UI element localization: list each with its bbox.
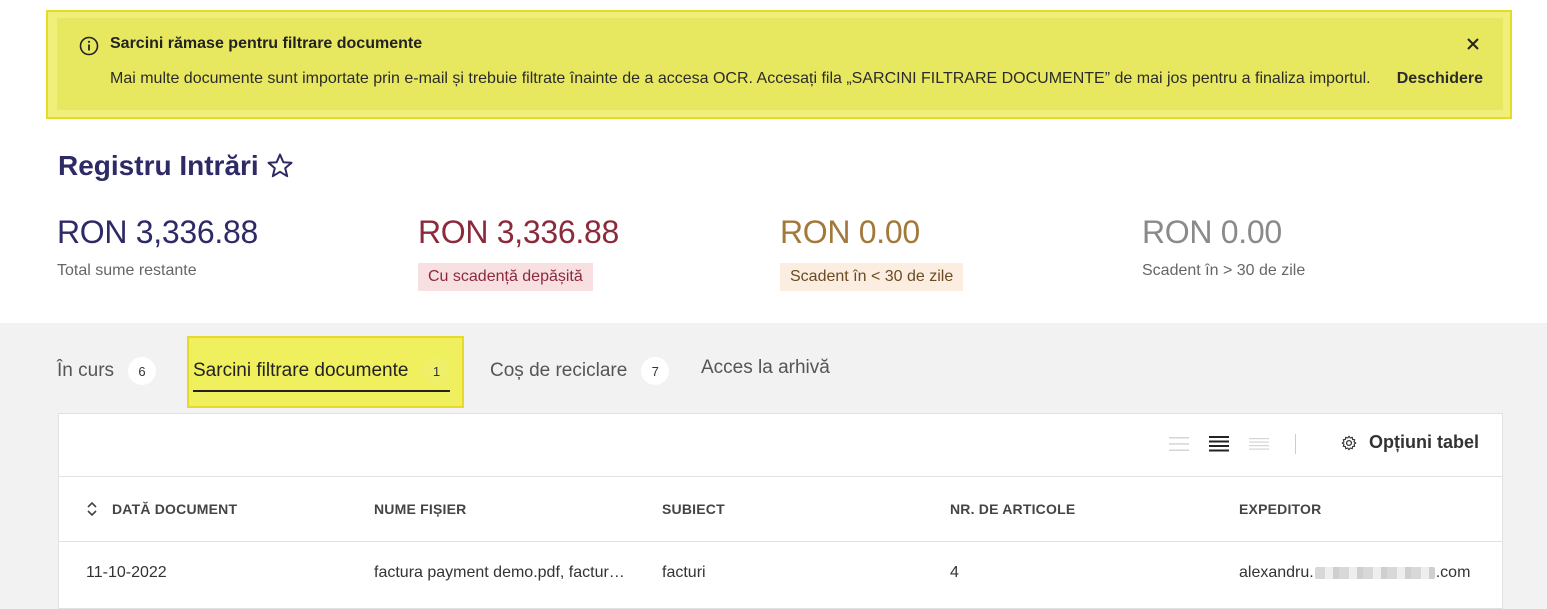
stat-due-over-30: RON 0.00 Scadent în > 30 de zile bbox=[1142, 214, 1305, 279]
column-header-subject[interactable]: SUBIECT bbox=[662, 501, 725, 517]
table-options-button[interactable]: Opțiuni tabel bbox=[1341, 432, 1479, 453]
star-icon[interactable] bbox=[266, 152, 294, 180]
stat-amount: RON 3,336.88 bbox=[57, 214, 258, 250]
column-header-sender[interactable]: EXPEDITOR bbox=[1239, 501, 1321, 517]
column-header-label: DATĂ DOCUMENT bbox=[112, 501, 238, 517]
column-header-date[interactable]: DATĂ DOCUMENT bbox=[86, 501, 237, 517]
active-tab-underline bbox=[193, 390, 450, 392]
tab-label: În curs bbox=[57, 360, 115, 381]
tab-label: Acces la arhivă bbox=[701, 357, 830, 378]
open-link[interactable]: Deschidere bbox=[1397, 70, 1483, 88]
density-normal-icon[interactable] bbox=[1209, 435, 1229, 453]
tab-label: Coș de reciclare bbox=[490, 360, 628, 381]
column-header-filename[interactable]: NUME FIȘIER bbox=[374, 501, 466, 517]
sort-icon[interactable] bbox=[86, 501, 98, 517]
cell-filename[interactable]: factura payment demo.pdf, factur… bbox=[374, 564, 625, 582]
stat-label: Cu scadență depășită bbox=[418, 263, 593, 291]
tab-archive-access[interactable]: Acces la arhivă bbox=[701, 357, 830, 379]
tab-count-badge: 1 bbox=[422, 357, 451, 385]
notification-banner: Sarcini rămase pentru filtrare documente… bbox=[57, 18, 1503, 110]
close-icon[interactable] bbox=[1465, 36, 1481, 52]
cell-sender[interactable]: alexandru. .com bbox=[1239, 564, 1470, 582]
table-options-label: Opțiuni tabel bbox=[1369, 432, 1479, 452]
tab-recycle-bin[interactable]: Coș de reciclare 7 bbox=[490, 357, 670, 385]
tab-count-badge: 6 bbox=[128, 357, 157, 385]
info-icon bbox=[79, 36, 99, 56]
stat-label: Scadent în < 30 de zile bbox=[780, 263, 964, 291]
density-compact-icon[interactable] bbox=[1169, 435, 1189, 453]
stat-amount: RON 3,336.88 bbox=[418, 214, 619, 250]
toolbar-divider bbox=[1295, 434, 1296, 454]
tab-count-badge: 7 bbox=[641, 357, 670, 385]
tab-document-filter-tasks[interactable]: Sarcini filtrare documente 1 bbox=[193, 357, 451, 385]
stat-label: Total sume restante bbox=[57, 262, 197, 279]
cell-date[interactable]: 11-10-2022 bbox=[86, 564, 167, 582]
stat-amount: RON 0.00 bbox=[780, 214, 920, 250]
stat-amount: RON 0.00 bbox=[1142, 214, 1282, 250]
column-header-item-count[interactable]: NR. DE ARTICOLE bbox=[950, 501, 1075, 517]
table-panel: Opțiuni tabel DATĂ DOCUMENT NUME FIȘIER … bbox=[58, 413, 1503, 609]
banner-message: Mai multe documente sunt importate prin … bbox=[110, 70, 1371, 87]
sender-suffix: .com bbox=[1435, 564, 1471, 581]
sender-prefix: alexandru. bbox=[1239, 564, 1314, 581]
gear-icon bbox=[1341, 435, 1357, 450]
cell-item-count[interactable]: 4 bbox=[950, 564, 959, 582]
cell-subject[interactable]: facturi bbox=[662, 564, 706, 582]
page-title: Registru Intrări bbox=[58, 150, 259, 181]
tab-in-progress[interactable]: În curs 6 bbox=[57, 357, 157, 385]
tab-label: Sarcini filtrare documente bbox=[193, 360, 409, 381]
header-divider bbox=[59, 541, 1502, 542]
banner-title: Sarcini rămase pentru filtrare documente bbox=[110, 35, 423, 52]
stat-total-outstanding: RON 3,336.88 Total sume restante bbox=[57, 214, 258, 279]
toolbar-divider bbox=[59, 476, 1502, 477]
stat-label: Scadent în > 30 de zile bbox=[1142, 262, 1306, 279]
density-comfortable-icon[interactable] bbox=[1249, 435, 1269, 453]
stat-overdue: RON 3,336.88 Cu scadență depășită bbox=[418, 214, 619, 291]
redacted-text bbox=[1314, 566, 1435, 579]
stat-due-under-30: RON 0.00 Scadent în < 30 de zile bbox=[780, 214, 964, 291]
